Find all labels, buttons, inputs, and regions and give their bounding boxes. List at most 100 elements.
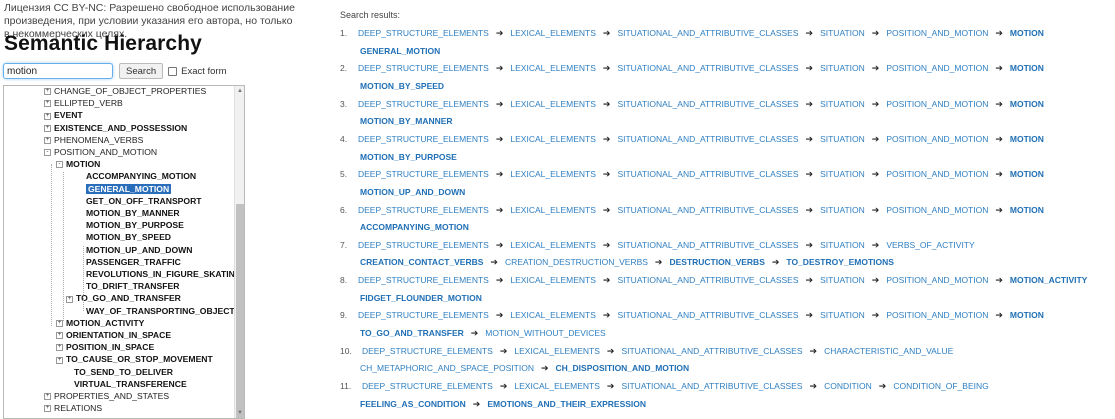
tree-node[interactable]: ACCOMPANYING_MOTION <box>86 170 196 182</box>
expand-icon[interactable]: + <box>66 295 73 303</box>
expand-icon[interactable]: + <box>44 393 51 401</box>
exact-form-checkbox[interactable] <box>168 66 178 76</box>
result-class-link[interactable]: POSITION_AND_MOTION <box>886 275 988 285</box>
result-class-link[interactable]: CREATION_CONTACT_VERBS <box>360 257 483 267</box>
result-class-link[interactable]: LEXICAL_ELEMENTS <box>510 205 596 215</box>
result-class-link[interactable]: TO_GO_AND_TRANSFER <box>360 328 464 338</box>
result-class-link[interactable]: SITUATIONAL_AND_ATTRIBUTIVE_CLASSES <box>617 28 798 38</box>
hierarchy-tree-panel[interactable]: + CHANGE_OF_OBJECT_PROPERTIES + ELLIPTED_VE… <box>3 85 245 419</box>
result-class-link[interactable]: SITUATIONAL_AND_ATTRIBUTIVE_CLASSES <box>617 240 798 250</box>
result-class-link[interactable]: LEXICAL_ELEMENTS <box>510 275 596 285</box>
result-class-link[interactable]: MOTION_UP_AND_DOWN <box>360 187 465 197</box>
tree-scrollbar[interactable]: ▲ ▼ <box>234 86 244 418</box>
result-class-link[interactable]: MOTION <box>1010 134 1044 144</box>
expand-icon[interactable]: + <box>44 137 51 145</box>
expand-icon[interactable]: + <box>56 356 63 364</box>
tree-node[interactable]: + RELATIONS <box>44 402 102 414</box>
result-class-link[interactable]: SITUATION <box>820 134 865 144</box>
tree-node[interactable]: MOTION_BY_SPEED <box>86 231 171 243</box>
result-class-link[interactable]: MOTION <box>1010 310 1044 320</box>
result-class-link[interactable]: MOTION <box>1010 99 1044 109</box>
result-class-link[interactable]: LEXICAL_ELEMENTS <box>510 28 596 38</box>
result-class-link[interactable]: SITUATIONAL_AND_ATTRIBUTIVE_CLASSES <box>617 310 798 320</box>
result-class-link[interactable]: LEXICAL_ELEMENTS <box>510 63 596 73</box>
tree-node[interactable]: + CHANGE_OF_OBJECT_PROPERTIES <box>44 86 206 97</box>
result-class-link[interactable]: LEXICAL_ELEMENTS <box>510 99 596 109</box>
tree-node[interactable]: GENERAL_MOTION <box>86 183 172 195</box>
result-class-link[interactable]: POSITION_AND_MOTION <box>886 310 988 320</box>
tree-node[interactable]: MOTION_BY_MANNER <box>86 207 180 219</box>
result-class-link[interactable]: DEEP_STRUCTURE_ELEMENTS <box>358 310 489 320</box>
result-class-link[interactable]: SITUATIONAL_AND_ATTRIBUTIVE_CLASSES <box>621 381 802 391</box>
result-class-link[interactable]: MOTION_BY_PURPOSE <box>360 152 457 162</box>
result-class-link[interactable]: MOTION <box>1010 169 1044 179</box>
tree-node[interactable]: REVOLUTIONS_IN_FIGURE_SKATING <box>86 268 242 280</box>
result-class-link[interactable]: CH_METAPHORIC_AND_SPACE_POSITION <box>360 363 534 373</box>
result-class-link[interactable]: EMOTIONS_AND_THEIR_EXPRESSION <box>487 399 646 409</box>
expand-icon[interactable]: + <box>56 332 63 340</box>
result-class-link[interactable]: LEXICAL_ELEMENTS <box>510 134 596 144</box>
tree-node[interactable]: + POSITION_IN_SPACE <box>56 341 154 353</box>
collapse-icon[interactable]: - <box>44 149 51 157</box>
tree-node[interactable]: + ELLIPTED_VERB <box>44 97 123 109</box>
expand-icon[interactable]: + <box>44 112 51 120</box>
tree-node[interactable]: + TO_CAUSE_OR_STOP_MOVEMENT <box>56 353 213 365</box>
result-class-link[interactable]: SITUATION <box>820 99 865 109</box>
result-class-link[interactable]: POSITION_AND_MOTION <box>886 63 988 73</box>
result-class-link[interactable]: SITUATION <box>820 28 865 38</box>
tree-node[interactable]: + PROPERTIES_AND_STATES <box>44 390 169 402</box>
result-class-link[interactable]: POSITION_AND_MOTION <box>886 99 988 109</box>
exact-form-toggle[interactable]: Exact form <box>168 66 227 77</box>
result-class-link[interactable]: CONDITION_OF_BEING <box>893 381 988 391</box>
result-class-link[interactable]: DEEP_STRUCTURE_ELEMENTS <box>358 205 489 215</box>
expand-icon[interactable]: + <box>44 100 51 108</box>
result-class-link[interactable]: LEXICAL_ELEMENTS <box>510 169 596 179</box>
expand-icon[interactable]: + <box>44 405 51 413</box>
tree-node[interactable]: TO_SEND_TO_DELIVER <box>74 366 173 378</box>
result-class-link[interactable]: DESTRUCTION_VERBS <box>669 257 764 267</box>
result-class-link[interactable]: LEXICAL_ELEMENTS <box>510 310 596 320</box>
tree-node[interactable]: + EXISTENCE_AND_POSSESSION <box>44 122 187 134</box>
tree-node[interactable]: TO_DRIFT_TRANSFER <box>86 280 179 292</box>
result-class-link[interactable]: POSITION_AND_MOTION <box>886 134 988 144</box>
result-class-link[interactable]: CH_DISPOSITION_AND_MOTION <box>556 363 690 373</box>
collapse-icon[interactable]: - <box>56 161 63 169</box>
tree-node[interactable]: + EVENT <box>44 109 83 121</box>
expand-icon[interactable]: + <box>44 124 51 132</box>
result-class-link[interactable]: MOTION_BY_SPEED <box>360 81 444 91</box>
result-class-link[interactable]: POSITION_AND_MOTION <box>886 169 988 179</box>
result-class-link[interactable]: TO_DESTROY_EMOTIONS <box>786 257 894 267</box>
result-class-link[interactable]: SITUATION <box>820 240 865 250</box>
tree-node[interactable]: GET_ON_OFF_TRANSPORT <box>86 195 202 207</box>
result-class-link[interactable]: MOTION_BY_MANNER <box>360 116 453 126</box>
result-class-link[interactable]: DEEP_STRUCTURE_ELEMENTS <box>362 381 493 391</box>
result-class-link[interactable]: SITUATION <box>820 310 865 320</box>
search-button[interactable]: Search <box>119 63 164 79</box>
result-class-link[interactable]: FEELING_AS_CONDITION <box>360 399 466 409</box>
result-class-link[interactable]: POSITION_AND_MOTION <box>886 28 988 38</box>
result-class-link[interactable]: SITUATIONAL_AND_ATTRIBUTIVE_CLASSES <box>621 346 802 356</box>
result-class-link[interactable]: DEEP_STRUCTURE_ELEMENTS <box>358 28 489 38</box>
result-class-link[interactable]: SITUATION <box>820 169 865 179</box>
expand-icon[interactable]: + <box>56 344 63 352</box>
search-input[interactable] <box>3 63 113 79</box>
result-class-link[interactable]: MOTION_ACTIVITY <box>1010 275 1087 285</box>
result-class-link[interactable]: CHARACTERISTIC_AND_VALUE <box>824 346 953 356</box>
tree-node[interactable]: PASSENGER_TRAFFIC <box>86 256 181 268</box>
result-class-link[interactable]: SITUATIONAL_AND_ATTRIBUTIVE_CLASSES <box>617 275 798 285</box>
result-class-link[interactable]: FIDGET_FLOUNDER_MOTION <box>360 293 482 303</box>
tree-node[interactable]: + MOTION_ACTIVITY <box>56 317 144 329</box>
result-class-link[interactable]: DEEP_STRUCTURE_ELEMENTS <box>358 99 489 109</box>
scroll-down-icon[interactable]: ▼ <box>235 408 244 418</box>
result-class-link[interactable]: ACCOMPANYING_MOTION <box>360 222 469 232</box>
result-class-link[interactable]: DEEP_STRUCTURE_ELEMENTS <box>358 63 489 73</box>
result-class-link[interactable]: LEXICAL_ELEMENTS <box>514 381 600 391</box>
result-class-link[interactable]: GENERAL_MOTION <box>360 46 440 56</box>
result-class-link[interactable]: LEXICAL_ELEMENTS <box>514 346 600 356</box>
result-class-link[interactable]: MOTION <box>1010 63 1044 73</box>
result-class-link[interactable]: MOTION_WITHOUT_DEVICES <box>485 328 605 338</box>
result-class-link[interactable]: SITUATION <box>820 205 865 215</box>
result-class-link[interactable]: CREATION_DESTRUCTION_VERBS <box>505 257 648 267</box>
result-class-link[interactable]: SITUATION <box>820 275 865 285</box>
scroll-up-icon[interactable]: ▲ <box>235 86 244 96</box>
